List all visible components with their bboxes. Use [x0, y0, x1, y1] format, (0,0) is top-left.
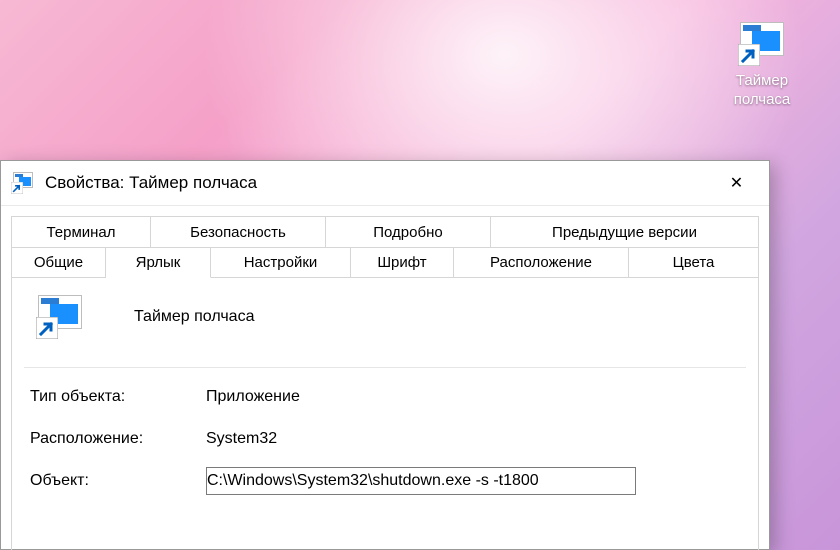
target-value-prefix: C:\Windows\System32\shutdown.exe -s -t [207, 472, 503, 490]
tab-settings[interactable]: Настройки [211, 247, 351, 278]
location-label: Расположение: [30, 430, 206, 448]
tab-font[interactable]: Шрифт [351, 247, 454, 278]
dialog-title: Свойства: Таймер полчаса [45, 173, 257, 193]
tab-terminal[interactable]: Терминал [11, 216, 151, 247]
target-value-selected: 1800 [503, 472, 539, 490]
close-icon: ✕ [730, 173, 743, 193]
desktop-shortcut[interactable]: Таймер полчаса [714, 22, 810, 110]
shortcut-panel: Таймер полчаса Тип объекта: Приложение Р… [11, 277, 759, 550]
header-shortcut-icon [36, 295, 84, 339]
titlebar[interactable]: Свойства: Таймер полчаса ✕ [1, 161, 769, 206]
target-input[interactable]: C:\Windows\System32\shutdown.exe -s -t 1… [206, 467, 636, 495]
tab-previous-versions[interactable]: Предыдущие версии [491, 216, 759, 247]
tab-shortcut[interactable]: Ярлык [106, 247, 211, 278]
properties-dialog: Свойства: Таймер полчаса ✕ Терминал Безо… [0, 160, 770, 550]
desktop: Таймер полчаса Свойства: Таймер полчаса … [0, 0, 840, 550]
type-label: Тип объекта: [30, 388, 206, 406]
tab-details[interactable]: Подробно [326, 216, 491, 247]
tab-colors[interactable]: Цвета [629, 247, 759, 278]
tab-layout[interactable]: Расположение [454, 247, 629, 278]
tab-general[interactable]: Общие [11, 247, 106, 278]
location-value: System32 [206, 430, 277, 448]
close-button[interactable]: ✕ [714, 161, 759, 206]
target-label: Объект: [30, 472, 206, 490]
tab-security[interactable]: Безопасность [151, 216, 326, 247]
type-value: Приложение [206, 388, 300, 406]
tabs: Терминал Безопасность Подробно Предыдущи… [1, 206, 769, 278]
shortcut-icon [738, 22, 786, 66]
shortcut-name: Таймер полчаса [134, 308, 254, 326]
desktop-shortcut-label: Таймер полчаса [714, 72, 810, 110]
titlebar-shortcut-icon [11, 172, 35, 194]
separator [24, 367, 746, 368]
